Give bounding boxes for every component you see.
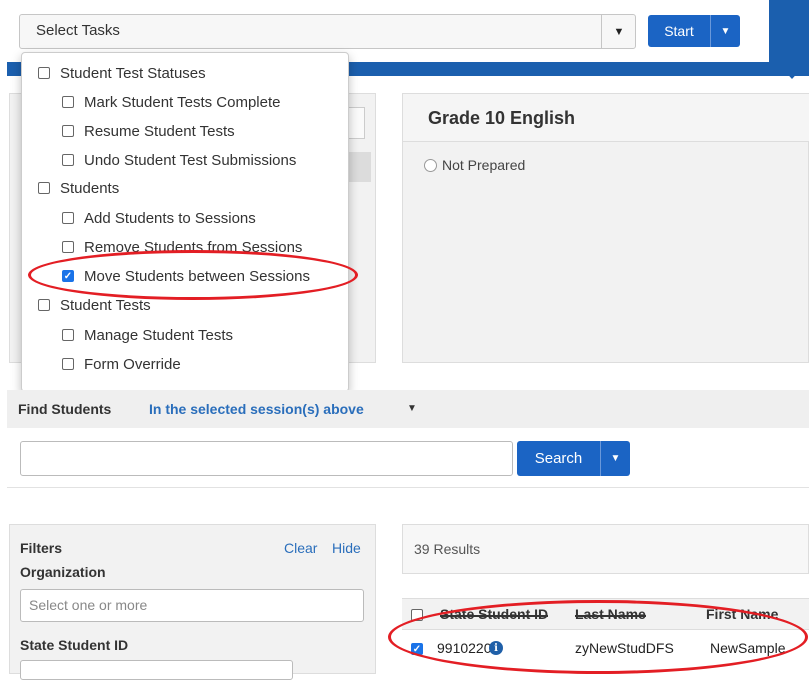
checkbox[interactable] [62, 96, 74, 108]
state-student-id-label: State Student ID [20, 637, 129, 653]
checkbox[interactable] [62, 154, 74, 166]
checkbox[interactable] [38, 182, 50, 194]
session-title: Grade 10 English [428, 108, 576, 128]
start-dropdown-caret-icon[interactable]: ▼ [710, 15, 740, 47]
start-button[interactable]: Start [648, 15, 710, 47]
menu-item-mark-student-tests-complete[interactable]: Mark Student Tests Complete [62, 91, 280, 113]
state-student-id-input[interactable] [20, 660, 293, 680]
filters-clear-link[interactable]: Clear [284, 540, 317, 556]
checkbox[interactable] [62, 125, 74, 137]
menu-item-student-test-statuses[interactable]: Student Test Statuses [38, 62, 206, 84]
search-dropdown-caret-icon[interactable]: ▼ [600, 441, 630, 476]
organization-placeholder: Select one or more [29, 597, 148, 613]
filters-title: Filters [20, 540, 63, 556]
not-prepared-label: Not Prepared [442, 157, 526, 173]
chevron-down-icon[interactable]: ▼ [601, 14, 636, 49]
menu-item-students[interactable]: Students [38, 177, 119, 199]
menu-item-form-override[interactable]: Form Override [62, 353, 181, 375]
sessions-panel-highlight [347, 152, 371, 182]
sessions-panel-button[interactable] [347, 107, 365, 139]
annotation-ellipse-row [388, 600, 808, 674]
checkbox[interactable] [62, 212, 74, 224]
filters-hide-link[interactable]: Hide [332, 540, 361, 556]
results-count: 39 Results [414, 541, 481, 557]
find-students-label: Find Students [18, 401, 112, 417]
menu-item-manage-student-tests[interactable]: Manage Student Tests [62, 324, 233, 346]
menu-item-undo-student-test-submissions[interactable]: Undo Student Test Submissions [62, 149, 296, 171]
header-arrow [770, 55, 809, 79]
chevron-down-icon[interactable]: ▼ [407, 403, 417, 414]
find-scope-dropdown[interactable]: In the selected session(s) above [149, 401, 364, 417]
select-tasks-label: Select Tasks [36, 22, 120, 39]
annotation-ellipse-menu [28, 250, 358, 300]
menu-item-add-students-to-sessions[interactable]: Add Students to Sessions [62, 207, 256, 229]
menu-item-resume-student-tests[interactable]: Resume Student Tests [62, 120, 235, 142]
organization-label: Organization [20, 564, 106, 580]
checkbox[interactable] [62, 358, 74, 370]
checkbox[interactable] [62, 329, 74, 341]
search-input[interactable] [20, 441, 513, 476]
checkbox[interactable] [62, 241, 74, 253]
search-button[interactable]: Search [517, 441, 600, 476]
not-prepared-radio[interactable] [424, 159, 437, 172]
checkbox[interactable] [38, 67, 50, 79]
checkbox[interactable] [38, 299, 50, 311]
